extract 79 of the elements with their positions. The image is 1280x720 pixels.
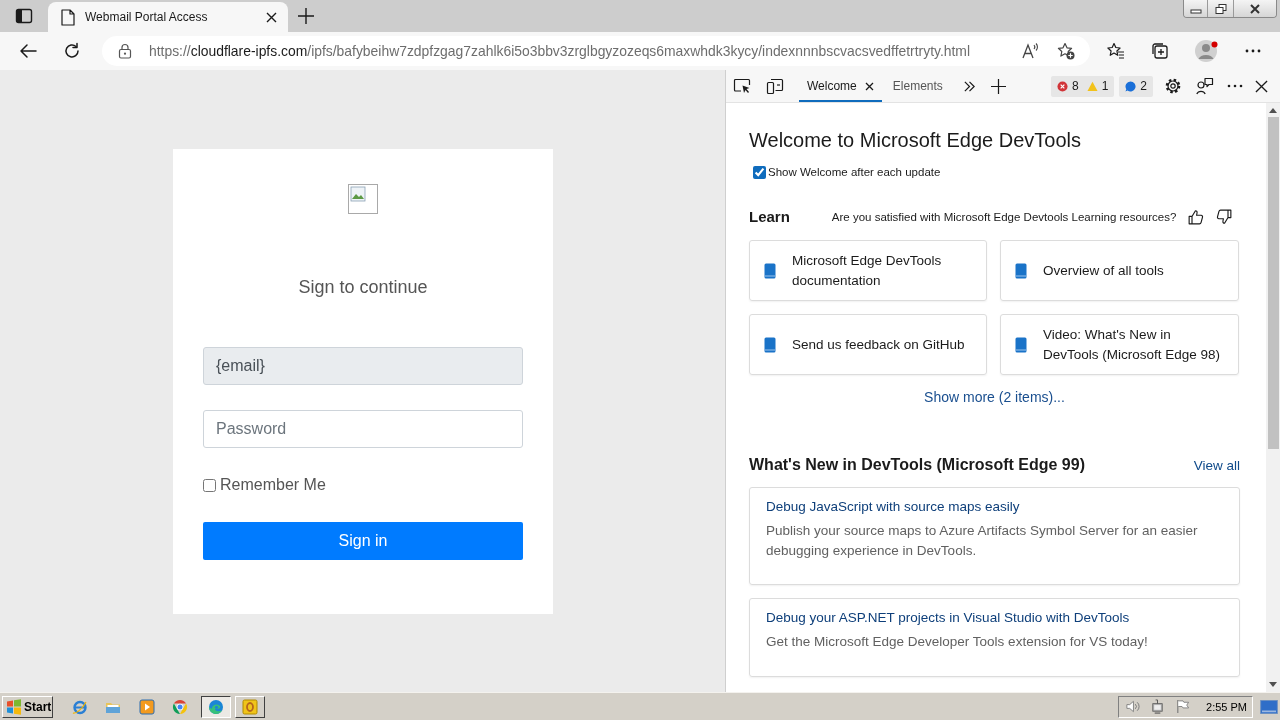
- remember-me-label: Remember Me: [220, 476, 326, 494]
- taskbar-button[interactable]: [201, 695, 231, 718]
- password-field[interactable]: Password: [203, 410, 523, 448]
- resource-card[interactable]: Microsoft Edge DevTools documentation: [749, 240, 987, 301]
- favorites-icon[interactable]: [1107, 42, 1125, 60]
- form-heading: Sign to continue: [298, 276, 428, 298]
- device-emulation-icon[interactable]: [766, 77, 784, 95]
- email-field[interactable]: {email}: [203, 347, 523, 385]
- book-icon: [1015, 336, 1027, 353]
- thumbs-down-icon[interactable]: [1216, 209, 1233, 225]
- clock-text: 2:55 PM: [1206, 700, 1247, 713]
- network-icon[interactable]: [1150, 699, 1166, 714]
- news-description: Get the Microsoft Edge Developer Tools extension for VS today!: [766, 633, 1149, 651]
- read-aloud-icon[interactable]: [1021, 42, 1039, 60]
- message-icon: [1125, 80, 1137, 92]
- news-description: Publish your source maps to Azure Artifacts Symbol Server for an easier debugging experience in DevTools.: [766, 522, 1199, 560]
- warning-icon: [1086, 80, 1098, 92]
- error-icon: [1056, 80, 1068, 92]
- new-tab-icon[interactable]: [298, 8, 314, 24]
- browser-icon: [208, 698, 224, 715]
- scrollbar[interactable]: [1266, 103, 1280, 692]
- lock-icon[interactable]: [118, 43, 132, 59]
- add-favorite-icon[interactable]: [1057, 42, 1075, 60]
- issues-button[interactable]: 8 1: [1050, 75, 1115, 97]
- browser-icon[interactable]: [172, 698, 189, 715]
- browser-tab[interactable]: Webmail Portal Access: [48, 2, 288, 32]
- windows-logo-icon: [6, 698, 22, 715]
- close-icon[interactable]: [1255, 79, 1268, 93]
- remember-me-checkbox[interactable]: [203, 478, 216, 492]
- back-icon[interactable]: [19, 42, 37, 60]
- desktop-icon[interactable]: [1260, 699, 1278, 714]
- add-tab-icon[interactable]: [990, 78, 1006, 94]
- book-icon: [764, 262, 776, 279]
- address-field[interactable]: https://cloudflare-ipfs.com/ipfs/bafybeihw7zdpfzgag7zahlk6i5o3bbv3zrglbgyzozeqs6maxwhdk3kycy/indexnnnbscvacsvedffetrtryty.html: [102, 36, 1090, 66]
- page-icon: [61, 8, 75, 26]
- app-icon: [242, 698, 258, 715]
- tab-actions-icon[interactable]: [14, 6, 34, 26]
- resource-card[interactable]: Video: What's New in DevTools (Microsoft Edge 98): [1000, 314, 1239, 375]
- scrollbar-thumb[interactable]: [1267, 117, 1279, 449]
- profile-icon[interactable]: [1195, 39, 1219, 63]
- devtools-tab[interactable]: Welcome: [799, 70, 882, 102]
- close-icon[interactable]: [864, 81, 874, 91]
- inspect-icon[interactable]: [733, 77, 751, 95]
- restore-icon: [1214, 3, 1227, 14]
- sign-in-button[interactable]: Sign in: [203, 522, 523, 560]
- play-icon[interactable]: [138, 698, 155, 715]
- show-welcome-checkbox[interactable]: [753, 165, 766, 179]
- flag-icon[interactable]: [1175, 699, 1191, 714]
- more-tabs-icon[interactable]: [962, 79, 976, 93]
- book-icon: [1015, 262, 1027, 279]
- messages-button[interactable]: 2: [1119, 75, 1153, 97]
- news-link[interactable]: Debug your ASP.NET projects in Visual Studio with DevTools: [766, 608, 1223, 628]
- news-link[interactable]: Debug JavaScript with source maps easily: [766, 497, 1223, 517]
- view-all-link[interactable]: View all: [1193, 458, 1240, 473]
- feedback-icon[interactable]: [1196, 77, 1214, 95]
- welcome-title: Welcome to Microsoft Edge DevTools: [749, 128, 1082, 152]
- start-button[interactable]: Start: [2, 695, 53, 718]
- broken-image-icon: [348, 184, 378, 214]
- close-icon[interactable]: [266, 11, 277, 23]
- scroll-down-icon[interactable]: [1269, 682, 1277, 687]
- settings-icon[interactable]: [1164, 77, 1182, 95]
- show-more-link[interactable]: Show more (2 items)...: [924, 388, 1065, 406]
- show-welcome-label: Show Welcome after each update: [768, 165, 941, 180]
- collections-icon[interactable]: [1151, 42, 1169, 60]
- close-window-button[interactable]: [1233, 0, 1276, 17]
- scroll-up-icon[interactable]: [1269, 108, 1277, 113]
- resource-card[interactable]: Send us feedback on GitHub: [749, 314, 987, 375]
- feedback-question: Are you satisfied with Microsoft Edge Devtools Learning resources?: [831, 211, 1177, 223]
- speaker-icon[interactable]: [1125, 699, 1141, 714]
- close-icon: [1249, 3, 1261, 14]
- restore-button[interactable]: [1207, 0, 1233, 17]
- devtools-tab[interactable]: Elements: [884, 70, 951, 102]
- book-icon: [764, 336, 776, 353]
- thumbs-up-icon[interactable]: [1188, 209, 1205, 225]
- resource-card[interactable]: Overview of all tools: [1000, 240, 1239, 301]
- section-heading: Learn: [749, 207, 790, 227]
- section-heading: What's New in DevTools (Microsoft Edge 99): [749, 455, 1085, 475]
- browser-icon[interactable]: [71, 698, 88, 715]
- refresh-icon[interactable]: [63, 42, 81, 60]
